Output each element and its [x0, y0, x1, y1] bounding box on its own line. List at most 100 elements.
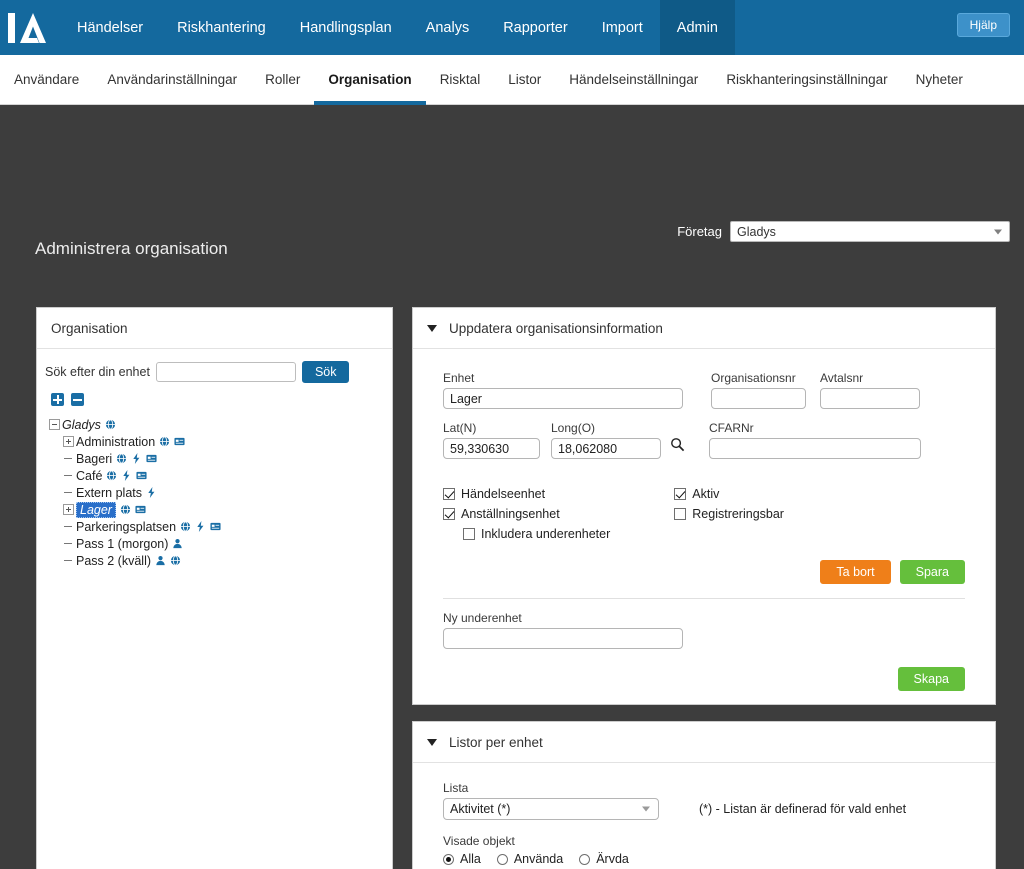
checkbox-registreringsbar[interactable]: Registreringsbar — [674, 505, 784, 522]
card-list-icon — [174, 437, 185, 446]
topnav-item-riskhantering[interactable]: Riskhantering — [160, 0, 283, 55]
checkbox-box[interactable] — [463, 527, 475, 540]
person-icon — [173, 539, 183, 549]
checkbox-aktiv[interactable]: Aktiv — [674, 485, 784, 502]
topnav-item-import[interactable]: Import — [585, 0, 660, 55]
chevron-down-icon — [642, 806, 650, 812]
tree-node-label[interactable]: Pass 2 (kväll) — [76, 554, 151, 568]
chevron-down-icon[interactable] — [427, 324, 437, 332]
checkbox-handelseenhet[interactable]: Händelseenhet — [443, 485, 610, 502]
tree-node[interactable]: Administration — [49, 433, 392, 450]
topnav-label: Riskhantering — [177, 19, 266, 36]
long-input[interactable] — [551, 438, 661, 459]
tab-handelseinstallningar[interactable]: Händelseinställningar — [555, 55, 712, 104]
checkbox-box[interactable] — [443, 487, 455, 500]
orgnr-input[interactable] — [711, 388, 806, 409]
radio-alla[interactable] — [443, 853, 454, 865]
card-list-icon — [174, 436, 185, 447]
enhet-input[interactable] — [443, 388, 683, 409]
unit-search-input[interactable] — [155, 362, 296, 382]
lightning-bolt-icon — [195, 521, 206, 532]
checkbox-box[interactable] — [443, 507, 455, 520]
lists-panel-header[interactable]: Listor per enhet — [413, 722, 995, 763]
tree-connector — [63, 555, 74, 566]
tab-roller[interactable]: Roller — [251, 55, 314, 104]
map-lookup-button[interactable] — [670, 437, 685, 459]
lightning-bolt-icon — [148, 487, 155, 498]
topnav-item-handlingsplan[interactable]: Handlingsplan — [283, 0, 409, 55]
avtalsnr-label: Avtalsnr — [820, 371, 864, 385]
tree-collapse-icon[interactable] — [49, 419, 60, 430]
tree-node-label[interactable]: Bageri — [76, 452, 112, 466]
visade-objekt-radios: Alla Använda Ärvda — [443, 852, 965, 866]
chevron-down-icon[interactable] — [427, 738, 437, 746]
tree-connector — [63, 470, 74, 481]
lista-select[interactable]: Aktivitet (*) — [443, 798, 659, 820]
ny-underenhet-input[interactable] — [443, 628, 683, 649]
save-button[interactable]: Spara — [899, 560, 965, 584]
tree-expand-icon[interactable] — [63, 504, 74, 515]
unit-search-row: Sök efter din enhet Sök — [37, 349, 392, 383]
tab-listor[interactable]: Listor — [494, 55, 555, 104]
tab-anvandare[interactable]: Användare — [0, 55, 93, 104]
topnav-item-analys[interactable]: Analys — [409, 0, 487, 55]
tree-node[interactable]: Lager — [49, 501, 392, 518]
tree-node-label[interactable]: Parkeringsplatsen — [76, 520, 176, 534]
delete-button[interactable]: Ta bort — [820, 560, 891, 584]
tree-node-label[interactable]: Administration — [76, 435, 155, 449]
tree-expand-icon[interactable] — [63, 436, 74, 447]
checkbox-inkludera-underenheter[interactable]: Inkludera underenheter — [443, 525, 610, 542]
avtalsnr-input[interactable] — [820, 388, 920, 409]
company-select[interactable]: Gladys — [730, 221, 1010, 242]
tab-riskhanteringsinstallningar[interactable]: Riskhanteringsinställningar — [712, 55, 901, 104]
radio-arvda[interactable] — [579, 853, 591, 865]
lista-field-group: Lista Aktivitet (*) — [443, 781, 659, 820]
tree-node[interactable]: Gladys — [49, 416, 392, 433]
tab-organisation[interactable]: Organisation — [314, 55, 426, 105]
checkbox-column-right: Aktiv Registreringsbar — [674, 485, 784, 542]
tree-node[interactable]: Extern plats — [49, 484, 392, 501]
tree-node-icons — [116, 453, 157, 464]
tab-risktal[interactable]: Risktal — [426, 55, 495, 104]
tree-node-label[interactable]: Gladys — [62, 418, 101, 432]
tab-label: Nyheter — [915, 72, 963, 87]
checkbox-box[interactable] — [674, 487, 687, 500]
checkbox-anstallningsenhet[interactable]: Anställningsenhet — [443, 505, 610, 522]
page-content: Företag Gladys Administrera organisation… — [0, 105, 1024, 869]
tab-anvandarinstallningar[interactable]: Användarinställningar — [93, 55, 251, 104]
tab-label: Roller — [265, 72, 301, 87]
form-row-2: Lat(N) Long(O) CFARNr — [443, 421, 965, 459]
cfarnr-input[interactable] — [709, 438, 921, 459]
help-button[interactable]: Hjälp — [956, 13, 1010, 37]
organisation-panel: Organisation Sök efter din enhet Sök Gla… — [36, 307, 393, 869]
expand-all-icon[interactable] — [51, 393, 64, 406]
lightning-bolt-icon — [146, 487, 157, 498]
tree-node-label[interactable]: Lager — [76, 501, 116, 518]
update-panel-header[interactable]: Uppdatera organisationsinformation — [413, 308, 995, 349]
lat-input[interactable] — [443, 438, 540, 459]
checkbox-label: Händelseenhet — [461, 486, 546, 501]
topnav-item-admin[interactable]: Admin — [659, 0, 735, 55]
topnav-item-handelser[interactable]: Händelser — [60, 0, 160, 55]
globe-icon — [116, 453, 127, 464]
create-button[interactable]: Skapa — [897, 667, 965, 691]
tree-node-label[interactable]: Pass 1 (morgon) — [76, 537, 168, 551]
checkbox-label: Anställningsenhet — [461, 506, 560, 521]
tree-node[interactable]: Bageri — [49, 450, 392, 467]
collapse-all-icon[interactable] — [71, 393, 84, 406]
tree-node-label[interactable]: Extern plats — [76, 486, 142, 500]
tree-node[interactable]: Parkeringsplatsen — [49, 518, 392, 535]
tree-node[interactable]: Pass 1 (morgon) — [49, 535, 392, 552]
lightning-bolt-icon — [197, 521, 204, 532]
tree-node-label[interactable]: Café — [76, 469, 102, 483]
topnav-item-rapporter[interactable]: Rapporter — [486, 0, 584, 55]
app-logo[interactable] — [0, 0, 60, 55]
checkbox-box[interactable] — [674, 507, 687, 520]
unit-search-button[interactable]: Sök — [301, 361, 350, 383]
lightning-bolt-icon — [133, 453, 140, 464]
tab-nyheter[interactable]: Nyheter — [902, 55, 977, 104]
orgnr-label: Organisationsnr — [711, 371, 796, 385]
tree-node[interactable]: Pass 2 (kväll) — [49, 552, 392, 569]
radio-anvanda[interactable] — [496, 853, 508, 865]
tree-node[interactable]: Café — [49, 467, 392, 484]
